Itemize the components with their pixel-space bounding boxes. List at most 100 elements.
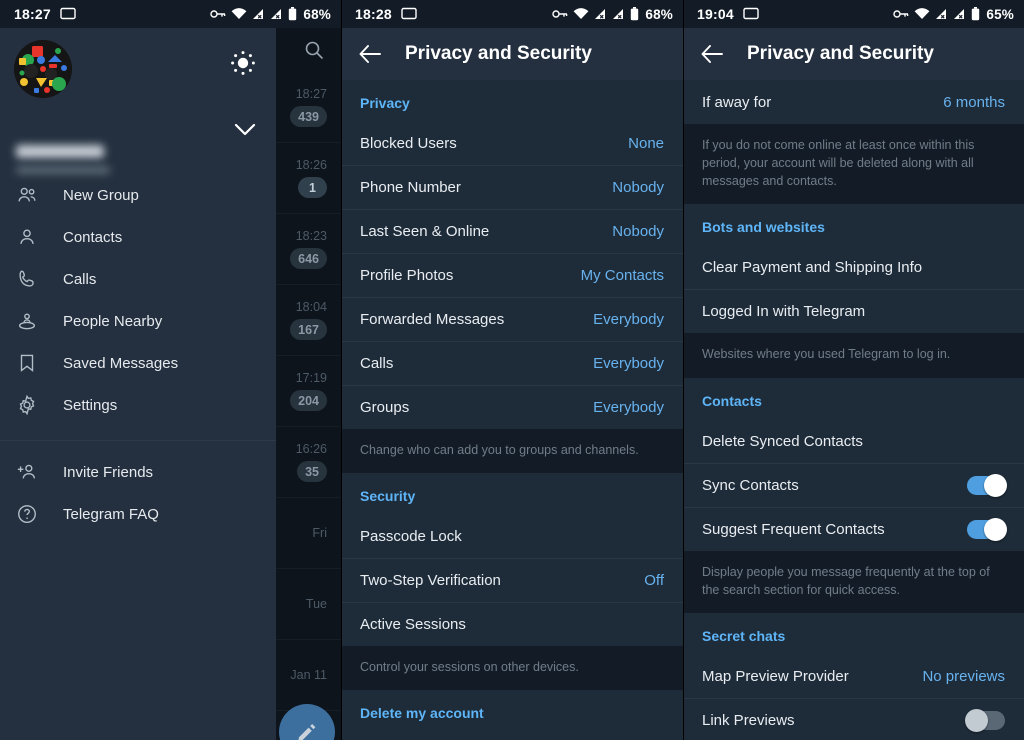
drawer-item-label: Contacts (63, 228, 123, 246)
drawer-item-settings[interactable]: Settings (0, 384, 276, 426)
chat-timestamp: 18:26 (295, 158, 327, 172)
toggle-switch[interactable] (965, 708, 1005, 732)
bookmark-icon (14, 352, 40, 374)
battery-icon (972, 7, 980, 21)
row-value: 6 months (943, 94, 1005, 111)
row-value: Everybody (593, 355, 664, 372)
page-title: Privacy and Security (405, 43, 592, 64)
drawer-item-new-group[interactable]: New Group (0, 174, 276, 216)
pencil-icon (298, 724, 316, 740)
settings-list-2[interactable]: Privacy Blocked Users None Phone Number Nobo… (341, 80, 683, 740)
vpn-key-icon (893, 10, 909, 18)
row-value: No previews (922, 667, 1005, 685)
settings-row[interactable]: If away for6 months (341, 731, 683, 740)
sun-icon[interactable] (230, 50, 256, 81)
toggle-switch[interactable] (967, 473, 1007, 497)
person-icon (14, 226, 40, 248)
battery-percent: 68% (645, 6, 673, 22)
drawer-item-label: New Group (63, 186, 139, 204)
search-icon[interactable] (304, 40, 324, 65)
drawer-item-telegram-faq[interactable]: Telegram FAQ (0, 493, 276, 535)
settings-row[interactable]: If away for6 months (683, 80, 1024, 124)
signal-1-icon (253, 9, 264, 19)
settings-row[interactable]: Map Preview Provider No previews (683, 653, 1024, 698)
chat-timestamp: Jan 11 (290, 668, 327, 682)
battery-icon (631, 7, 639, 21)
chat-timestamp: 17:19 (295, 371, 327, 385)
status-time: 18:28 (355, 6, 392, 22)
row-label: Sync Contacts (702, 476, 799, 494)
wifi-icon (231, 8, 247, 19)
drawer-item-invite-friends[interactable]: Invite Friends (0, 451, 276, 493)
back-arrow-icon[interactable] (359, 45, 381, 63)
row-value: Off (644, 572, 664, 590)
avatar[interactable] (14, 40, 72, 98)
settings-row[interactable]: Passcode Lock (341, 514, 683, 559)
row-label: Phone Number (360, 179, 461, 196)
back-arrow-icon[interactable] (701, 45, 723, 63)
status-time: 18:27 (14, 6, 51, 22)
settings-row[interactable]: Forwarded Messages Everybody (341, 297, 683, 341)
row-label: Clear Payment and Shipping Info (702, 259, 923, 277)
drawer-item-contacts[interactable]: Contacts (0, 216, 276, 258)
row-label: Blocked Users (360, 135, 457, 152)
settings-row[interactable]: Phone Number Nobody (341, 165, 683, 209)
settings-row[interactable]: Two-Step Verification Off (341, 558, 683, 603)
section-header: Secret chats (683, 612, 1024, 654)
section-header: Bots and websites (683, 204, 1024, 246)
row-label: Calls (360, 355, 394, 372)
row-label: Active Sessions (360, 616, 466, 634)
panel-divider (341, 0, 342, 740)
row-label: Profile Photos (360, 267, 454, 284)
toggle-switch[interactable] (967, 517, 1007, 541)
page-title: Privacy and Security (747, 43, 934, 64)
section-footer: Change who can add you to groups and cha… (341, 429, 683, 474)
group-icon (14, 184, 40, 206)
battery-percent: 68% (303, 6, 331, 22)
signal-1-icon (595, 9, 606, 19)
chat-timestamp: 16:26 (295, 442, 327, 456)
toggle-knob (965, 708, 988, 732)
unread-badge: 439 (290, 106, 327, 127)
status-time: 19:04 (697, 6, 734, 22)
account-phone-redacted (16, 166, 110, 174)
toggle-knob (984, 517, 1007, 541)
settings-row[interactable]: Delete Synced Contacts (683, 418, 1024, 463)
settings-row[interactable]: Sync Contacts (683, 462, 1024, 507)
settings-row[interactable]: Link Previews (683, 697, 1024, 740)
settings-row[interactable]: Calls Everybody (341, 341, 683, 385)
cast-icon (60, 7, 76, 20)
row-value: My Contacts (580, 267, 664, 284)
status-bar-1: 18:27 68% (0, 0, 341, 28)
row-label: Groups (360, 399, 410, 416)
drawer-item-calls[interactable]: Calls (0, 258, 276, 300)
panel-divider (683, 0, 684, 740)
drawer-item-saved-messages[interactable]: Saved Messages (0, 342, 276, 384)
drawer-item-label: People Nearby (63, 312, 163, 330)
section-footer: Websites where you used Telegram to log … (683, 333, 1024, 378)
panel-privacy-top: 18:28 68% Privacy and Security Privacy Bl… (341, 0, 683, 740)
section-header: Delete my account (341, 690, 683, 732)
row-label: Delete Synced Contacts (702, 432, 863, 450)
settings-row[interactable]: Groups Everybody (341, 385, 683, 429)
drawer-item-label: Settings (63, 396, 118, 414)
settings-row[interactable]: Profile Photos My Contacts (341, 253, 683, 297)
settings-row[interactable]: Clear Payment and Shipping Info (683, 245, 1024, 290)
unread-badge: 204 (290, 390, 327, 411)
app-bar-3: Privacy and Security (683, 28, 1024, 80)
settings-row[interactable]: Last Seen & Online Nobody (341, 209, 683, 253)
signal-2-icon (613, 9, 624, 19)
cast-icon (401, 7, 417, 20)
drawer-item-people-nearby[interactable]: People Nearby (0, 300, 276, 342)
settings-list-3[interactable]: If away for 6 months If you do not come on… (683, 80, 1024, 740)
chevron-down-icon[interactable] (234, 123, 256, 142)
signal-1-icon (936, 9, 947, 19)
settings-row[interactable]: Active Sessions (341, 602, 683, 647)
settings-row[interactable]: Suggest Frequent Contacts (683, 506, 1024, 551)
row-label: Passcode Lock (360, 528, 462, 546)
three-panel-screenshot: 18:27 68% 18:27439…18:26118:2364618:0416… (0, 0, 1024, 740)
settings-row[interactable]: Logged In with Telegram (683, 289, 1024, 334)
drawer-divider (0, 440, 276, 441)
section-footer: If you do not come online at least once … (683, 124, 1024, 205)
settings-row[interactable]: Blocked Users None (341, 121, 683, 165)
